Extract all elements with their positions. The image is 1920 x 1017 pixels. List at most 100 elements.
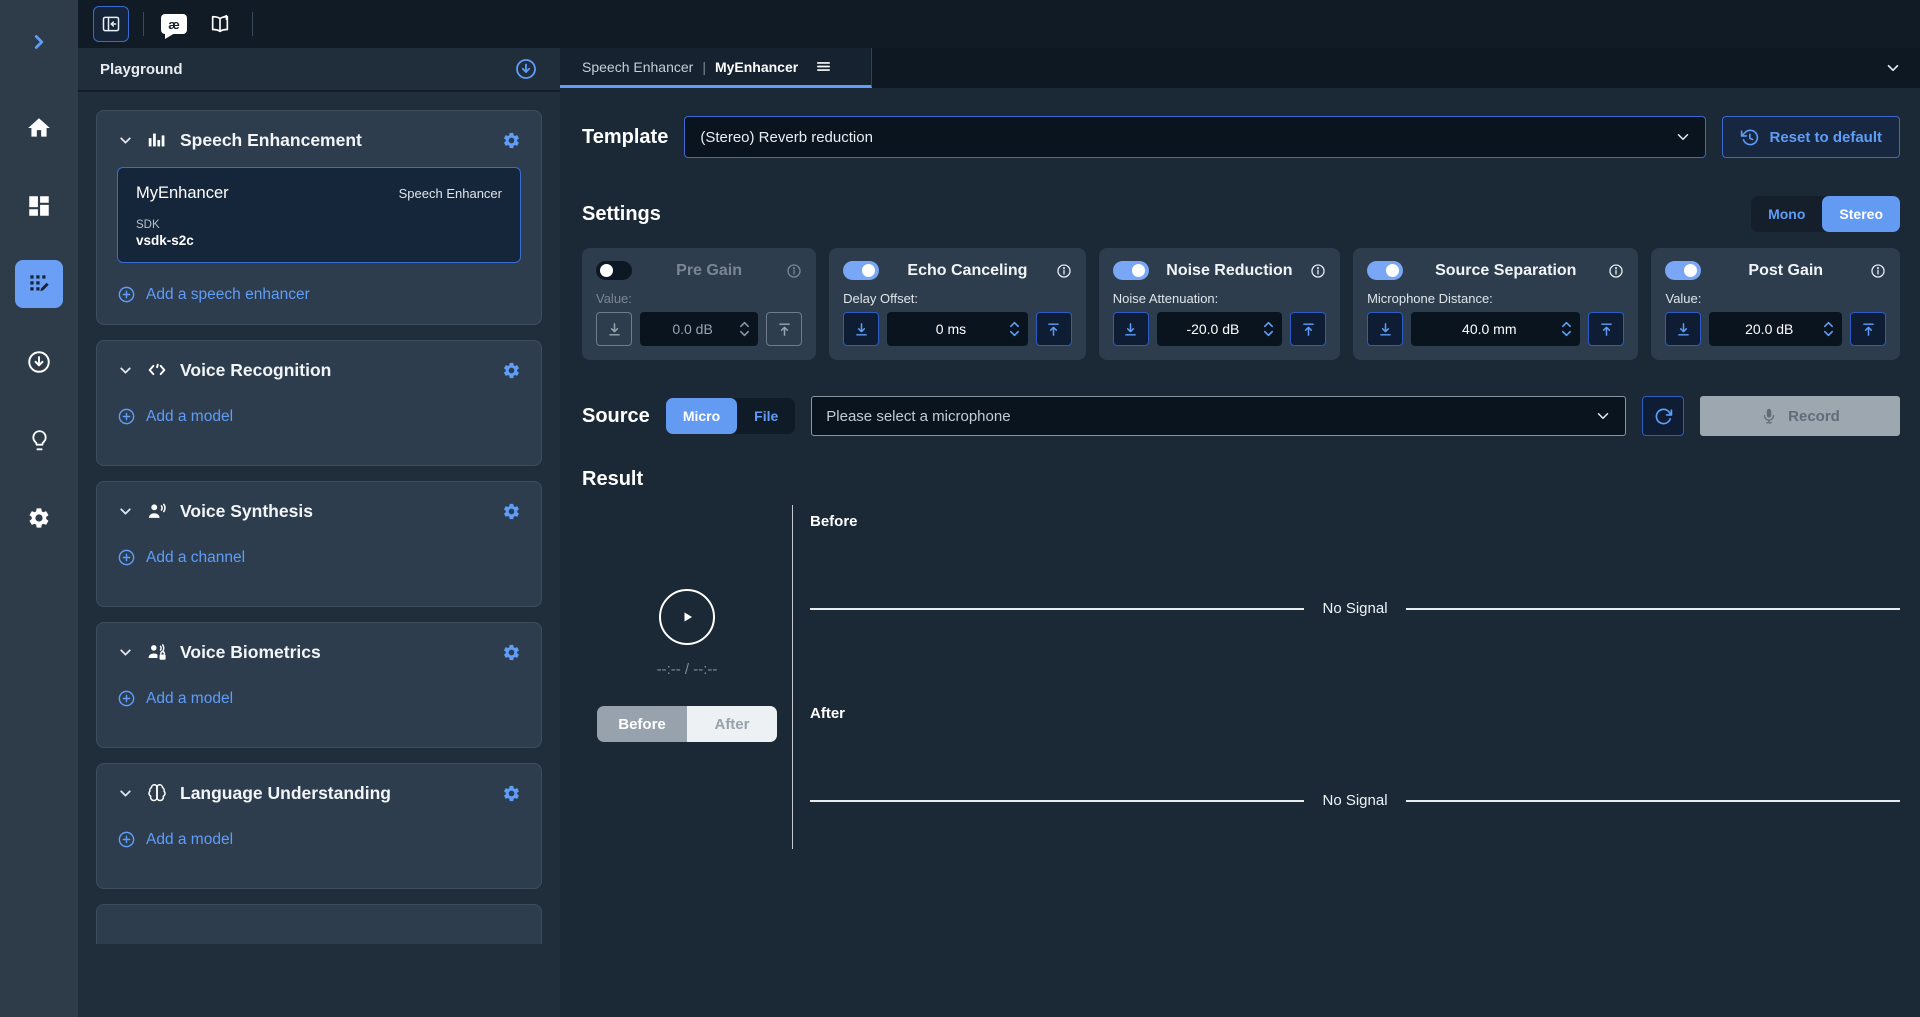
export-value-button[interactable] xyxy=(1290,312,1326,346)
arrow-down-to-line-icon xyxy=(1377,321,1394,338)
documentation-button[interactable] xyxy=(202,6,238,42)
settings-header-row: Settings Mono Stereo xyxy=(582,196,1900,232)
playground-header: Playground xyxy=(78,48,560,92)
value-input[interactable]: 0 ms xyxy=(887,312,1028,346)
enhancer-sdk-label: SDK xyxy=(136,219,502,231)
export-value-button[interactable] xyxy=(1588,312,1624,346)
before-button[interactable]: Before xyxy=(597,706,687,742)
value-stepper[interactable] xyxy=(739,321,750,337)
value-input[interactable]: 0.0 dB xyxy=(640,312,758,346)
playground-icon xyxy=(26,271,52,297)
pronunciation-button[interactable]: æ xyxy=(156,6,192,42)
section-gear-icon[interactable] xyxy=(502,361,521,380)
rail-item-settings[interactable] xyxy=(15,494,63,542)
book-icon xyxy=(209,13,231,35)
card-echo-canceling: Echo Canceling Delay Offset: 0 ms xyxy=(829,248,1086,360)
import-value-button[interactable] xyxy=(596,312,632,346)
import-value-button[interactable] xyxy=(843,312,879,346)
section-gear-icon[interactable] xyxy=(502,784,521,803)
export-project-button[interactable] xyxy=(514,57,538,81)
section-voice-biometrics: Voice Biometrics Add a model xyxy=(96,622,542,748)
post-gain-toggle[interactable] xyxy=(1665,261,1701,280)
voice-lock-icon xyxy=(146,641,168,663)
export-value-button[interactable] xyxy=(1850,312,1886,346)
microphone-icon xyxy=(1760,407,1778,425)
reset-to-default-button[interactable]: Reset to default xyxy=(1722,116,1900,158)
import-value-button[interactable] xyxy=(1367,312,1403,346)
export-value-button[interactable] xyxy=(766,312,802,346)
tab-menu-button[interactable] xyxy=(815,58,832,75)
info-icon[interactable] xyxy=(1870,263,1886,279)
import-value-button[interactable] xyxy=(1113,312,1149,346)
value-input[interactable]: 40.0 mm xyxy=(1411,312,1580,346)
param-label: Value: xyxy=(1665,291,1886,306)
param-label: Value: xyxy=(596,291,802,306)
play-icon xyxy=(675,605,699,629)
info-icon[interactable] xyxy=(1310,263,1326,279)
value-stepper[interactable] xyxy=(1009,321,1020,337)
rail-item-home[interactable] xyxy=(15,104,63,152)
add-speech-enhancer-button[interactable]: Add a speech enhancer xyxy=(117,285,310,304)
value-stepper[interactable] xyxy=(1823,321,1834,337)
export-value-button[interactable] xyxy=(1036,312,1072,346)
add-model-button[interactable]: Add a model xyxy=(117,689,233,708)
refresh-devices-button[interactable] xyxy=(1642,396,1684,436)
source-label: Source xyxy=(582,405,650,428)
stereo-button[interactable]: Stereo xyxy=(1822,196,1900,232)
tab-myenhancer[interactable]: Speech Enhancer | MyEnhancer xyxy=(560,48,872,88)
plus-circle-icon xyxy=(117,285,136,304)
chevron-down-icon[interactable] xyxy=(117,503,134,520)
chevron-down-icon[interactable] xyxy=(117,132,134,149)
info-icon[interactable] xyxy=(786,263,802,279)
section-gear-icon[interactable] xyxy=(502,643,521,662)
info-icon[interactable] xyxy=(1608,263,1624,279)
param-label: Microphone Distance: xyxy=(1367,291,1624,306)
collapse-sidebar-button[interactable] xyxy=(93,6,129,42)
tab-overflow-button[interactable] xyxy=(1884,59,1902,77)
chevron-down-icon[interactable] xyxy=(117,785,134,802)
waveform-area: Before No Signal After No Signal xyxy=(793,505,1900,849)
card-title: Noise Reduction xyxy=(1159,262,1300,280)
tab-separator: | xyxy=(702,59,706,75)
microphone-select[interactable]: Please select a microphone xyxy=(811,396,1626,436)
value-stepper[interactable] xyxy=(1263,321,1274,337)
value-stepper[interactable] xyxy=(1561,321,1572,337)
record-button[interactable]: Record xyxy=(1700,396,1900,436)
arrow-up-from-line-icon xyxy=(776,321,793,338)
rail-item-playground[interactable] xyxy=(15,260,63,308)
source-separation-toggle[interactable] xyxy=(1367,261,1403,280)
mono-button[interactable]: Mono xyxy=(1751,196,1822,232)
file-button[interactable]: File xyxy=(737,398,795,434)
add-model-button[interactable]: Add a model xyxy=(117,407,233,426)
home-icon xyxy=(26,115,52,141)
add-model-button[interactable]: Add a model xyxy=(117,830,233,849)
arrow-down-to-line-icon xyxy=(1122,321,1139,338)
param-label: Noise Attenuation: xyxy=(1113,291,1326,306)
import-value-button[interactable] xyxy=(1665,312,1701,346)
section-gear-icon[interactable] xyxy=(502,502,521,521)
chevron-down-icon[interactable] xyxy=(117,644,134,661)
expand-sidebar-button[interactable] xyxy=(15,28,63,56)
chevron-down-icon[interactable] xyxy=(117,362,134,379)
rail-item-downloads[interactable] xyxy=(15,338,63,386)
value-input[interactable]: -20.0 dB xyxy=(1157,312,1282,346)
noise-reduction-toggle[interactable] xyxy=(1113,261,1149,280)
value-input[interactable]: 20.0 dB xyxy=(1709,312,1842,346)
enhancer-card-myenhancer[interactable]: MyEnhancer Speech Enhancer SDK vsdk-s2c xyxy=(117,167,521,263)
tab-name-label: MyEnhancer xyxy=(715,59,798,75)
rail-item-dashboard[interactable] xyxy=(15,182,63,230)
pre-gain-toggle[interactable] xyxy=(596,261,632,280)
section-voice-synthesis: Voice Synthesis Add a channel xyxy=(96,481,542,607)
playback-time: --:-- / --:-- xyxy=(657,661,718,678)
info-icon[interactable] xyxy=(1056,263,1072,279)
after-button[interactable]: After xyxy=(687,706,777,742)
play-button[interactable] xyxy=(659,589,715,645)
micro-button[interactable]: Micro xyxy=(666,398,737,434)
add-channel-button[interactable]: Add a channel xyxy=(117,548,245,567)
top-toolbar: æ xyxy=(78,0,1920,48)
echo-canceling-toggle[interactable] xyxy=(843,261,879,280)
template-select[interactable]: (Stereo) Reverb reduction xyxy=(684,116,1706,158)
rail-item-ideas[interactable] xyxy=(15,416,63,464)
section-gear-icon[interactable] xyxy=(502,131,521,150)
collapse-panel-icon xyxy=(101,14,121,34)
